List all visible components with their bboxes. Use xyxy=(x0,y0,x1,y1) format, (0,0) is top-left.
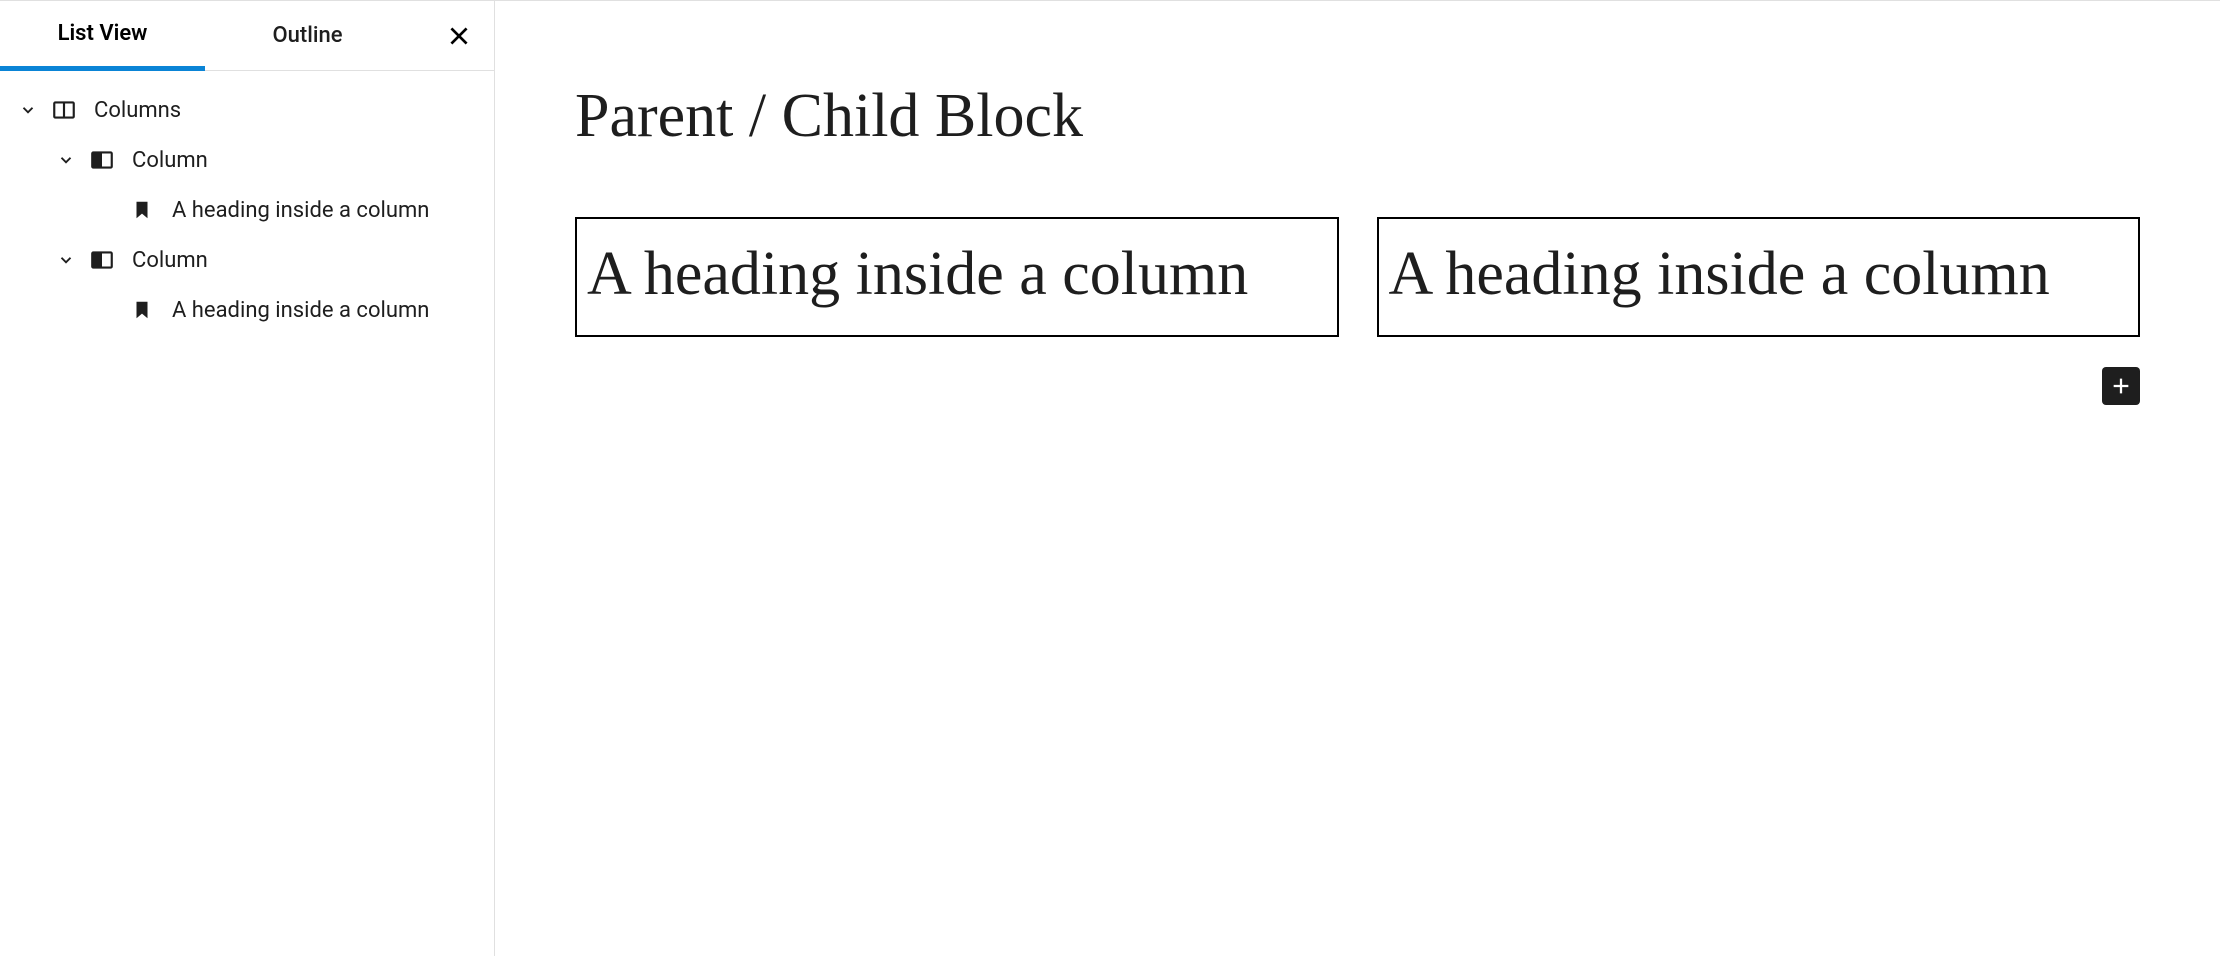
column-icon xyxy=(84,247,120,273)
columns-icon xyxy=(46,97,82,123)
close-sidebar-button[interactable] xyxy=(424,1,494,71)
block-tree: Columns Column A heading inside a column xyxy=(0,71,494,335)
tree-item-heading[interactable]: A heading inside a column xyxy=(0,185,494,235)
tree-item-label: Column xyxy=(132,148,208,173)
column-icon xyxy=(84,147,120,173)
editor-canvas[interactable]: Parent / Child Block A heading inside a … xyxy=(495,1,2220,956)
bookmark-icon xyxy=(124,199,160,221)
chevron-down-icon[interactable] xyxy=(48,151,84,169)
tree-item-column[interactable]: Column xyxy=(0,135,494,185)
tree-item-label: Columns xyxy=(94,98,181,123)
tree-item-label: A heading inside a column xyxy=(172,298,429,323)
columns-block[interactable]: A heading inside a column A heading insi… xyxy=(575,217,2140,337)
list-view-sidebar: List View Outline Columns Column xyxy=(0,1,495,956)
column-block[interactable]: A heading inside a column xyxy=(1377,217,2141,337)
page-title[interactable]: Parent / Child Block xyxy=(575,81,2140,152)
tree-item-columns[interactable]: Columns xyxy=(0,85,494,135)
tree-item-column[interactable]: Column xyxy=(0,235,494,285)
tree-item-label: A heading inside a column xyxy=(172,198,429,223)
tree-item-label: Column xyxy=(132,248,208,273)
tree-item-heading[interactable]: A heading inside a column xyxy=(0,285,494,335)
column-block[interactable]: A heading inside a column xyxy=(575,217,1339,337)
bookmark-icon xyxy=(124,299,160,321)
tab-list-view[interactable]: List View xyxy=(0,1,205,71)
tab-outline[interactable]: Outline xyxy=(205,1,410,71)
chevron-down-icon[interactable] xyxy=(48,251,84,269)
plus-icon xyxy=(2110,375,2132,397)
close-icon xyxy=(446,23,472,49)
sidebar-tabs: List View Outline xyxy=(0,1,494,71)
add-block-button[interactable] xyxy=(2102,367,2140,405)
column-heading[interactable]: A heading inside a column xyxy=(1389,233,2129,317)
chevron-down-icon[interactable] xyxy=(10,101,46,119)
column-heading[interactable]: A heading inside a column xyxy=(587,233,1327,317)
